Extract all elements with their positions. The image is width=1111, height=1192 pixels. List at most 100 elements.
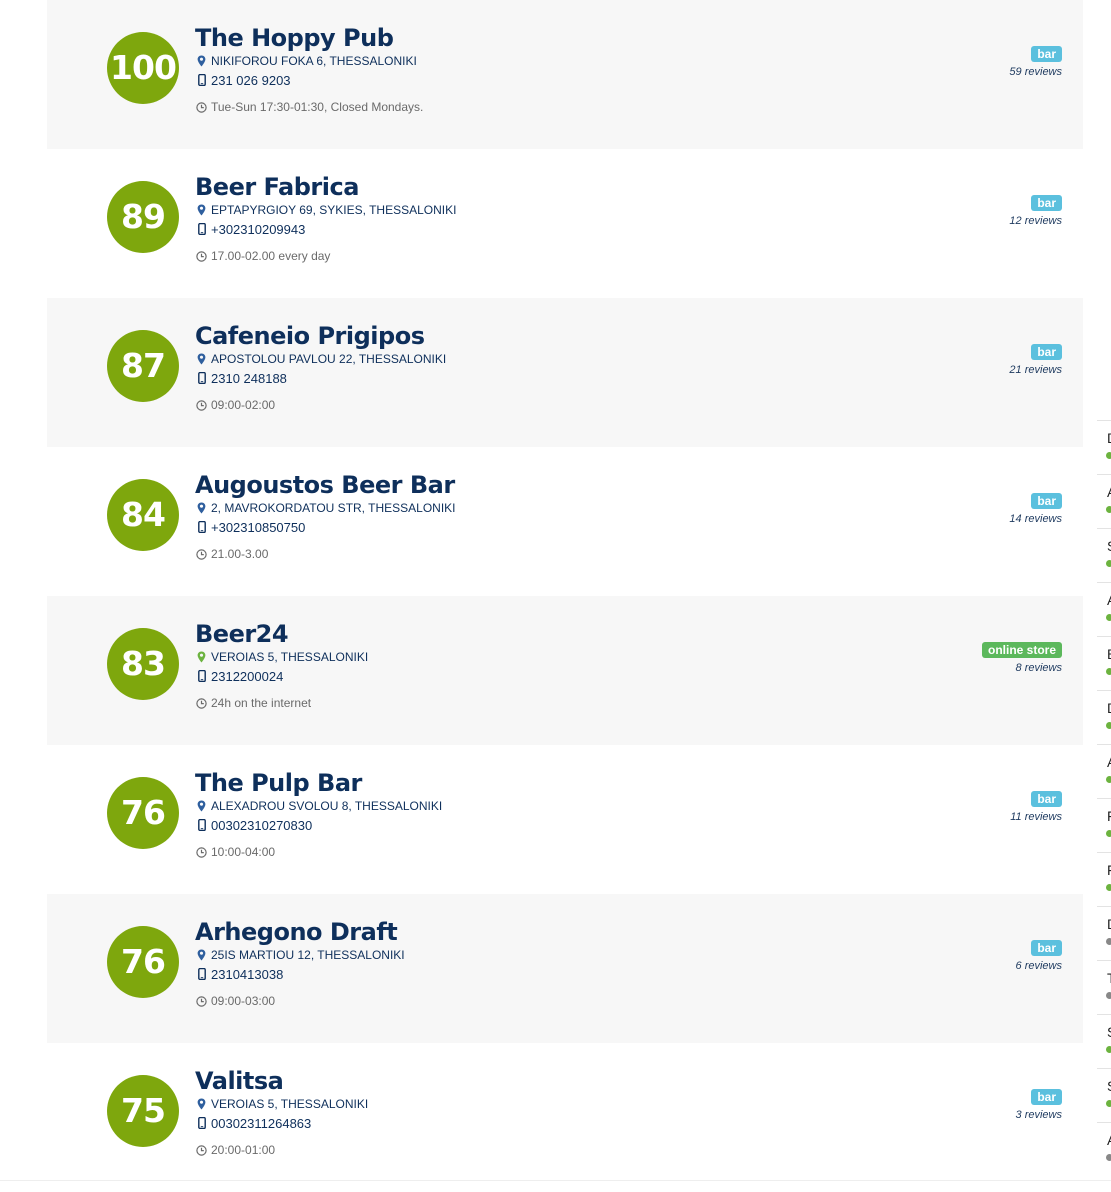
clock-icon <box>195 100 208 114</box>
venue-phone[interactable]: +302310209943 <box>211 222 305 237</box>
venue-card[interactable]: 76 Arhegono Draft 25IS MARTIOU 12, THESS… <box>47 894 1083 1043</box>
venue-meta: bar 6 reviews <box>942 939 1062 973</box>
sidebar-item-initial: D <box>1107 916 1111 932</box>
reviews-count[interactable]: 3 reviews <box>942 1108 1062 1122</box>
category-badge[interactable]: bar <box>1031 195 1062 211</box>
sidebar-item[interactable]: S <box>1097 528 1111 582</box>
venue-phone[interactable]: 231 026 9203 <box>211 73 291 88</box>
venue-name-link[interactable]: Valitsa <box>195 1068 368 1094</box>
category-badge[interactable]: bar <box>1031 1089 1062 1105</box>
venue-name-link[interactable]: The Hoppy Pub <box>195 25 423 51</box>
divider <box>0 1180 1111 1181</box>
venue-card[interactable]: 76 The Pulp Bar ALEXADROU SVOLOU 8, THES… <box>47 745 1083 894</box>
address-line: VEROIAS 5, THESSALONIKI <box>195 649 368 665</box>
mobile-phone-icon <box>195 669 208 683</box>
venue-hours: 21.00-3.00 <box>211 547 269 561</box>
sidebar-item[interactable]: D <box>1097 420 1111 474</box>
venue-meta: online store 8 reviews <box>942 641 1062 675</box>
venue-phone[interactable]: 2310413038 <box>211 967 283 982</box>
venue-name-link[interactable]: Beer Fabrica <box>195 174 456 200</box>
address-line: EPTAPYRGIOY 69, SYKIES, THESSALONIKI <box>195 202 456 218</box>
reviews-count[interactable]: 11 reviews <box>942 810 1062 824</box>
sidebar-item[interactable]: B <box>1097 636 1111 690</box>
venue-meta: bar 59 reviews <box>942 45 1062 79</box>
reviews-count[interactable]: 21 reviews <box>942 363 1062 377</box>
location-pin-icon <box>1106 776 1111 783</box>
location-pin-icon <box>1106 668 1111 675</box>
location-pin-icon <box>195 1097 208 1111</box>
sidebar-list-partial: D A S A B D A F F D T S S A <box>1097 420 1111 1183</box>
location-pin-icon <box>1106 614 1111 621</box>
venue-name-link[interactable]: Augoustos Beer Bar <box>195 472 456 498</box>
location-pin-icon <box>195 54 208 68</box>
sidebar-item[interactable]: D <box>1097 690 1111 744</box>
category-badge[interactable]: bar <box>1031 940 1062 956</box>
venue-card[interactable]: 84 Augoustos Beer Bar 2, MAVROKORDATOU S… <box>47 447 1083 596</box>
sidebar-item[interactable]: S <box>1097 1014 1111 1068</box>
venue-address: EPTAPYRGIOY 69, SYKIES, THESSALONIKI <box>211 203 457 217</box>
sidebar-item[interactable]: A <box>1097 582 1111 636</box>
category-badge[interactable]: bar <box>1031 493 1062 509</box>
venue-card[interactable]: 87 Cafeneio Prigipos APOSTOLOU PAVLOU 22… <box>47 298 1083 447</box>
location-pin-icon <box>195 799 208 813</box>
clock-icon <box>195 1143 208 1157</box>
category-badge[interactable]: bar <box>1031 344 1062 360</box>
sidebar-item[interactable]: T <box>1097 960 1111 1014</box>
score-circle: 87 <box>107 330 179 402</box>
sidebar-item-initial: S <box>1107 1024 1111 1040</box>
sidebar-item[interactable]: A <box>1097 474 1111 528</box>
venue-phone[interactable]: 2310 248188 <box>211 371 287 386</box>
venue-hours: 24h on the internet <box>211 696 312 710</box>
sidebar-item-initial: D <box>1107 700 1111 716</box>
phone-line: 00302310270830 <box>195 816 442 834</box>
reviews-count[interactable]: 12 reviews <box>942 214 1062 228</box>
reviews-count[interactable]: 59 reviews <box>942 65 1062 79</box>
location-pin-icon <box>195 501 208 515</box>
sidebar-item[interactable]: D <box>1097 906 1111 960</box>
reviews-count[interactable]: 14 reviews <box>942 512 1062 526</box>
phone-line: +302310850750 <box>195 518 456 536</box>
sidebar-item[interactable]: A <box>1097 744 1111 798</box>
clock-icon <box>195 547 208 561</box>
location-pin-icon <box>1106 722 1111 729</box>
venue-name-link[interactable]: Arhegono Draft <box>195 919 405 945</box>
venue-card[interactable]: 89 Beer Fabrica EPTAPYRGIOY 69, SYKIES, … <box>47 149 1083 298</box>
phone-line: 231 026 9203 <box>195 71 423 89</box>
venue-name-link[interactable]: Cafeneio Prigipos <box>195 323 446 349</box>
venue-address: APOSTOLOU PAVLOU 22, THESSALONIKI <box>211 352 447 366</box>
address-line: 2, MAVROKORDATOU STR, THESSALONIKI <box>195 500 456 516</box>
category-badge[interactable]: online store <box>981 642 1062 658</box>
venue-phone[interactable]: 2312200024 <box>211 669 283 684</box>
clock-icon <box>195 249 208 263</box>
venue-card[interactable]: 75 Valitsa VEROIAS 5, THESSALONIKI 00302… <box>47 1043 1083 1192</box>
sidebar-item[interactable]: A <box>1097 1122 1111 1183</box>
venue-card[interactable]: 83 Beer24 VEROIAS 5, THESSALONIKI 231220… <box>47 596 1083 745</box>
mobile-phone-icon <box>195 967 208 981</box>
location-pin-icon <box>1106 506 1111 513</box>
reviews-count[interactable]: 6 reviews <box>942 959 1062 973</box>
venue-card[interactable]: 100 The Hoppy Pub NIKIFOROU FOKA 6, THES… <box>47 0 1083 149</box>
location-pin-icon <box>195 650 208 664</box>
phone-line: 00302311264863 <box>195 1114 368 1132</box>
category-badge[interactable]: bar <box>1031 46 1062 62</box>
venue-address: ALEXADROU SVOLOU 8, THESSALONIKI <box>211 799 443 813</box>
venue-name-link[interactable]: The Pulp Bar <box>195 770 442 796</box>
score-circle: 83 <box>107 628 179 700</box>
venue-info: Beer24 VEROIAS 5, THESSALONIKI 231220002… <box>195 621 368 711</box>
venue-name-link[interactable]: Beer24 <box>195 621 368 647</box>
hours-line: 09:00-02:00 <box>195 397 446 413</box>
sidebar-item[interactable]: F <box>1097 798 1111 852</box>
mobile-phone-icon <box>195 371 208 385</box>
venue-phone[interactable]: +302310850750 <box>211 520 305 535</box>
venue-phone[interactable]: 00302311264863 <box>211 1116 311 1131</box>
venue-hours: 10:00-04:00 <box>211 845 276 859</box>
location-pin-icon <box>195 352 208 366</box>
address-line: ALEXADROU SVOLOU 8, THESSALONIKI <box>195 798 442 814</box>
reviews-count[interactable]: 8 reviews <box>942 661 1062 675</box>
venue-phone[interactable]: 00302310270830 <box>211 818 312 833</box>
sidebar-item[interactable]: F <box>1097 852 1111 906</box>
venue-info: Cafeneio Prigipos APOSTOLOU PAVLOU 22, T… <box>195 323 446 413</box>
sidebar-item[interactable]: S <box>1097 1068 1111 1122</box>
category-badge[interactable]: bar <box>1031 791 1062 807</box>
venue-hours: 17.00-02.00 every day <box>211 249 331 263</box>
